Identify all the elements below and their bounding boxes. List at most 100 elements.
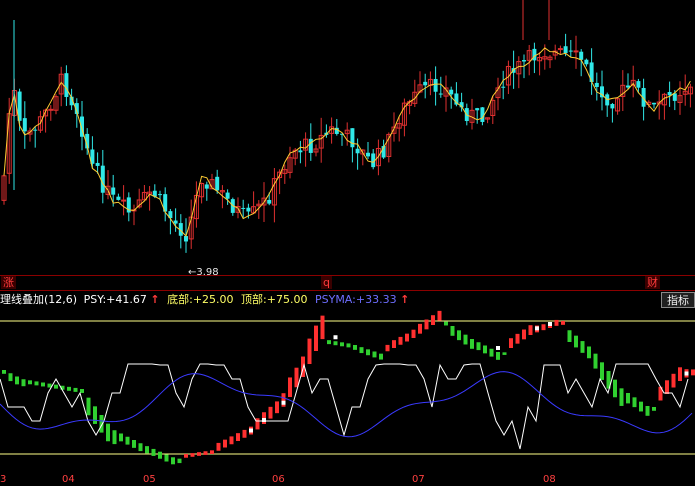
indicator-bar — [190, 453, 195, 457]
candlestick-chart[interactable]: ←3.98 — [0, 0, 695, 278]
indicator-bar — [73, 387, 78, 392]
indicator-bar — [327, 340, 331, 345]
indicator-bar — [652, 407, 656, 411]
indicator-bar — [437, 310, 442, 321]
candle-body — [308, 138, 313, 153]
indicator-dot — [684, 371, 689, 376]
indicator-bar — [15, 376, 19, 385]
candle-body — [350, 128, 355, 148]
indicator-bar — [632, 397, 637, 408]
candle-body — [557, 48, 563, 51]
psy-value: +41.67 — [106, 293, 147, 306]
indicator-bar — [541, 324, 546, 331]
indicator-bar — [184, 454, 188, 458]
indicator-bar — [626, 393, 630, 404]
marker-zhang[interactable]: 涨 — [1, 276, 16, 289]
panel-divider — [0, 275, 695, 276]
indicator-bar — [112, 430, 117, 445]
x-axis: 3 04 05 06 07 08 — [0, 474, 695, 486]
indicator-bar — [86, 397, 91, 416]
psyma-label: PSYMA: — [314, 293, 356, 306]
indicator-bar — [67, 386, 71, 391]
top-value: +75.00 — [266, 293, 308, 306]
indicator-bar — [580, 341, 585, 353]
indicator-bar — [294, 367, 299, 388]
indicator-bar — [307, 338, 312, 364]
candle-body — [449, 89, 454, 95]
psy-indicator-plot[interactable] — [0, 309, 695, 474]
indicator-bar — [145, 446, 149, 454]
candle-body — [366, 152, 370, 157]
marker-cai[interactable]: 财 — [645, 276, 660, 289]
candle-body — [672, 93, 677, 101]
x-tick-label: 06 — [272, 474, 285, 485]
indicator-name: 理线叠加(12,6) — [0, 293, 78, 306]
indicator-bar — [151, 448, 156, 456]
indicator-bar — [619, 388, 624, 406]
candle-body — [522, 60, 526, 62]
indicator-bar — [268, 406, 273, 419]
indicator-bar — [359, 347, 364, 354]
indicator-bar — [639, 401, 643, 412]
indicator-bar — [340, 342, 344, 347]
candle-body — [184, 236, 188, 242]
indicator-bar — [177, 458, 182, 464]
indicator-bar — [203, 451, 208, 455]
candle-body — [563, 46, 568, 54]
indicator-bar — [210, 450, 214, 454]
candle-body — [475, 108, 480, 111]
indicator-bar — [119, 433, 123, 442]
indicator-bar — [333, 341, 338, 346]
indicator-bar — [457, 330, 461, 341]
indicator-bar — [379, 353, 383, 360]
candlestick-plot[interactable] — [0, 0, 695, 275]
indicator-bar — [678, 367, 682, 381]
indicator-dot — [496, 346, 500, 350]
x-tick-label: 05 — [143, 474, 156, 485]
candle-body — [532, 48, 537, 61]
candle-body — [568, 50, 573, 52]
indicator-button[interactable]: 指标 — [661, 292, 695, 308]
indicator-bar — [385, 344, 390, 352]
indicator-bar — [483, 345, 487, 354]
indicator-bar — [613, 379, 617, 398]
indicator-dot — [535, 326, 539, 331]
x-tick-label: 04 — [62, 474, 75, 485]
candle-body — [64, 73, 69, 97]
candle-body — [584, 59, 589, 65]
indicator-bar — [522, 329, 526, 340]
x-tick-label: 07 — [412, 474, 425, 485]
candle-body — [100, 165, 105, 193]
candle-body — [246, 207, 251, 212]
indicator-bar — [320, 315, 325, 340]
candle-body — [22, 118, 27, 132]
indicator-bar — [138, 443, 143, 452]
indicator-bar — [470, 339, 474, 349]
candle-body — [355, 148, 360, 154]
indicator-bar — [515, 333, 520, 344]
indicator-bar — [353, 345, 357, 350]
indicator-bar — [125, 436, 130, 445]
candle-body — [33, 129, 38, 131]
indicator-bar — [275, 401, 279, 414]
marker-q[interactable]: q — [321, 276, 332, 289]
indicator-bar — [132, 440, 136, 448]
panel-divider — [0, 290, 695, 291]
indicator-bar — [93, 406, 97, 424]
indicator-bar — [21, 379, 26, 387]
indicator-bar — [164, 454, 169, 462]
indicator-bar — [392, 340, 396, 348]
candle-body — [121, 199, 127, 202]
candle-body — [610, 104, 615, 109]
x-tick-label: 08 — [543, 474, 556, 485]
indicator-bar — [665, 380, 669, 394]
indicator-bar — [528, 325, 533, 335]
indicator-bar — [431, 315, 435, 325]
candle-body — [158, 194, 162, 196]
indicator-bar — [28, 380, 32, 385]
indicator-bar — [691, 369, 695, 376]
indicator-bar — [574, 335, 578, 348]
candle-body — [433, 78, 438, 92]
indicator-bar — [463, 334, 468, 345]
indicator-bar — [158, 451, 162, 459]
